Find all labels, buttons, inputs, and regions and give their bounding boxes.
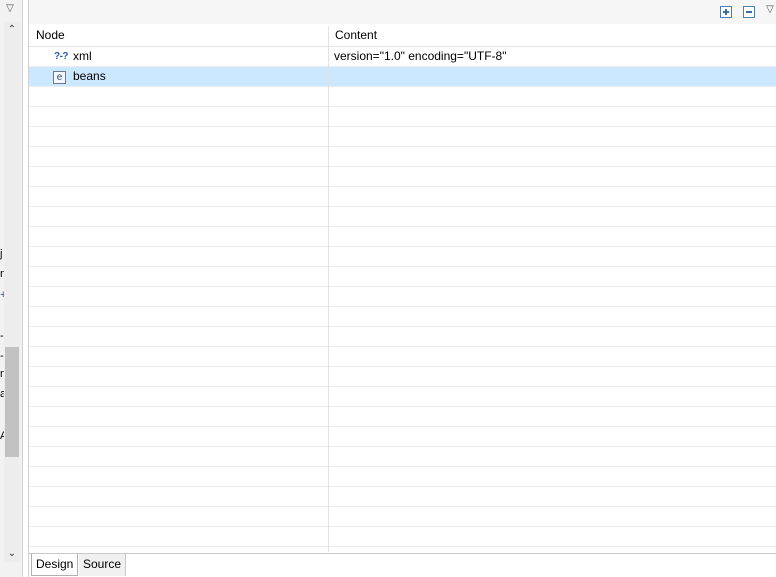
empty-row [29, 267, 776, 287]
node-name: xml [73, 49, 92, 63]
view-menu-icon[interactable]: ▽ [2, 2, 18, 16]
scroll-up-icon[interactable]: ⌃ [4, 22, 20, 38]
table-header: Node Content [29, 26, 776, 47]
empty-row [29, 227, 776, 247]
empty-row [29, 367, 776, 387]
empty-row [29, 487, 776, 507]
node-name: beans [73, 69, 106, 83]
truncated-text: n [0, 368, 4, 380]
empty-row [29, 427, 776, 447]
table-row[interactable]: e beans [29, 67, 776, 87]
truncated-text: - [0, 330, 4, 342]
truncated-text: - [0, 350, 4, 362]
empty-row [29, 527, 776, 547]
truncated-text: A [0, 430, 4, 442]
truncated-text: j [0, 248, 3, 260]
column-header-node[interactable]: Node [36, 26, 65, 46]
scroll-down-icon[interactable]: ⌄ [4, 546, 20, 562]
xml-tree-table[interactable]: Node Content ?-? xml version="1.0" encod… [29, 26, 776, 552]
node-content[interactable]: version="1.0" encoding="UTF-8" [334, 47, 506, 66]
empty-row [29, 247, 776, 267]
empty-row [29, 107, 776, 127]
tab-design[interactable]: Design [31, 554, 79, 576]
element-icon: e [53, 71, 66, 84]
empty-row [29, 387, 776, 407]
truncated-text: n [0, 268, 4, 280]
view-menu-icon[interactable]: ▽ [764, 3, 776, 17]
empty-row [29, 187, 776, 207]
empty-row [29, 347, 776, 367]
truncated-text: + [0, 289, 4, 301]
xml-editor-window: ▽ ⌃ ⌄ j n + - - n a A ▽ Node Content ?-?… [0, 0, 776, 577]
empty-row [29, 307, 776, 327]
left-view-pane: ▽ ⌃ ⌄ j n + - - n a A [0, 0, 23, 577]
empty-row [29, 467, 776, 487]
empty-row [29, 127, 776, 147]
tab-source[interactable]: Source [79, 554, 127, 576]
design-editor: ▽ Node Content ?-? xml version="1.0" enc… [28, 0, 776, 577]
empty-row [29, 447, 776, 467]
vertical-scrollbar[interactable]: ⌃ ⌄ [4, 22, 20, 562]
empty-row [29, 147, 776, 167]
empty-row [29, 207, 776, 227]
scrollbar-thumb[interactable] [5, 347, 19, 457]
empty-row [29, 327, 776, 347]
empty-row [29, 407, 776, 427]
column-divider[interactable] [328, 26, 329, 552]
processing-instruction-icon: ?-? [53, 51, 69, 62]
empty-row [29, 287, 776, 307]
editor-tab-bar: Design Source [29, 553, 776, 577]
collapse-all-icon[interactable] [743, 6, 755, 18]
column-header-content[interactable]: Content [335, 26, 377, 46]
expand-all-icon[interactable] [720, 6, 732, 18]
empty-row [29, 167, 776, 187]
empty-row [29, 507, 776, 527]
editor-toolbar: ▽ [29, 0, 776, 24]
truncated-text: a [0, 388, 4, 400]
empty-row [29, 87, 776, 107]
table-row[interactable]: ?-? xml version="1.0" encoding="UTF-8" [29, 47, 776, 67]
